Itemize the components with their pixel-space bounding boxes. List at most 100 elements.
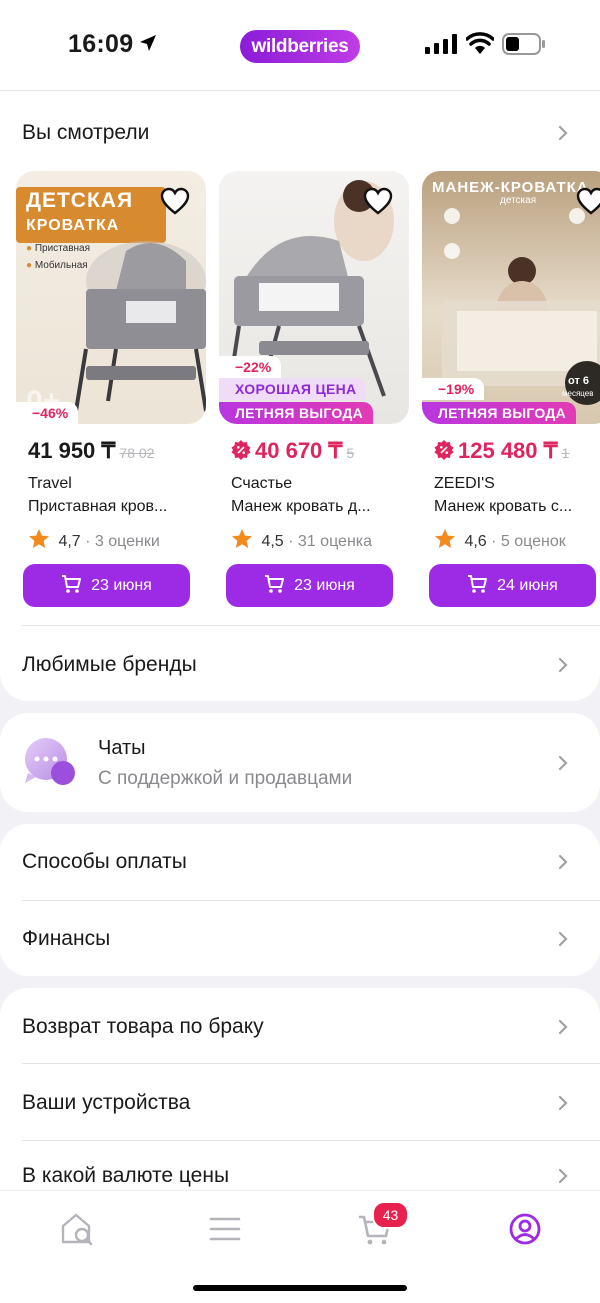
- image-text: от 6: [568, 375, 590, 387]
- chevron-right-icon: [558, 657, 568, 673]
- discount-percent-icon: [434, 440, 454, 460]
- devices-row[interactable]: Ваши устройства: [0, 1065, 600, 1141]
- home-indicator[interactable]: [193, 1285, 407, 1291]
- viewed-products-carousel[interactable]: 0+ ДЕТСКАЯ КРОВАТКА ● Приставная ● Мобил…: [0, 171, 600, 616]
- settings-card: Возврат товара по браку Ваши устройства …: [0, 988, 600, 1198]
- product-image[interactable]: 0+ ДЕТСКАЯ КРОВАТКА ● Приставная ● Мобил…: [16, 171, 206, 424]
- favorite-brands-label: Любимые бренды: [22, 653, 197, 676]
- add-to-cart-button[interactable]: 23 июня: [226, 564, 393, 607]
- price-row: 125 480 ₸ 1: [434, 438, 600, 468]
- product-name: Манеж кровать с...: [434, 498, 573, 515]
- rating: 4,5 · 31 оценка: [231, 528, 372, 551]
- heart-icon[interactable]: [160, 187, 190, 215]
- old-price: 78 02: [119, 445, 155, 461]
- delivery-date: 23 июня: [294, 577, 355, 594]
- price: 41 950 ₸: [28, 438, 116, 463]
- chevron-right-icon: [558, 755, 568, 771]
- heart-icon[interactable]: [363, 187, 393, 215]
- rating-count: · 5 оценок: [491, 533, 566, 550]
- cart-icon: [62, 575, 82, 593]
- old-price: 5: [346, 445, 355, 461]
- old-price: 1: [561, 445, 570, 461]
- wifi-icon: [466, 32, 494, 54]
- image-text: ● Мобильная: [26, 260, 88, 271]
- menu-icon[interactable]: [205, 1209, 245, 1249]
- add-to-cart-button[interactable]: 23 июня: [23, 564, 190, 607]
- price-row: 40 670 ₸ 5: [231, 438, 421, 468]
- product-image[interactable]: МАНЕЖ-КРОВАТКА детская от 6 месяцев −19%…: [422, 171, 600, 424]
- profile-icon[interactable]: [505, 1209, 545, 1249]
- summer-deal-badge: ЛЕТНЯЯ ВЫГОДА: [219, 402, 374, 424]
- product-brand: ZEEDI'S: [434, 475, 495, 492]
- rating-value: 4,5: [261, 533, 284, 550]
- clock: 16:09: [68, 30, 134, 58]
- price-row: 41 950 ₸ 78 02: [28, 438, 218, 468]
- rating: 4,7 · 3 оценки: [28, 528, 160, 551]
- rating: 4,6 · 5 оценок: [434, 528, 566, 551]
- discount-badge: −46%: [16, 402, 79, 424]
- price: 40 670 ₸: [255, 438, 343, 463]
- product-name: Приставная кров...: [28, 498, 168, 515]
- cart-icon: [265, 575, 285, 593]
- cart-icon: [468, 575, 488, 593]
- product-brand: Счастье: [231, 475, 293, 492]
- image-text: МАНЕЖ-КРОВАТКА: [432, 179, 589, 196]
- product-brand: Travel: [28, 475, 72, 492]
- location-arrow-icon: [140, 35, 156, 51]
- brand-logo[interactable]: wildberries: [240, 30, 360, 63]
- star-icon: [29, 529, 49, 548]
- chevron-right-icon[interactable]: [558, 125, 568, 141]
- finances-row[interactable]: Финансы: [0, 901, 600, 977]
- rating-value: 4,6: [464, 533, 487, 550]
- divider: [22, 625, 600, 626]
- chevron-right-icon: [558, 854, 568, 870]
- chats-subtitle: С поддержкой и продавцами: [98, 768, 353, 789]
- image-text: месяцев: [562, 389, 594, 398]
- product-name: Манеж кровать д...: [231, 498, 371, 515]
- summer-deal-badge: ЛЕТНЯЯ ВЫГОДА: [422, 402, 577, 424]
- chevron-right-icon: [558, 1019, 568, 1035]
- product-card[interactable]: 0+ ДЕТСКАЯ КРОВАТКА ● Приставная ● Мобил…: [16, 171, 206, 616]
- delivery-date: 23 июня: [91, 577, 152, 594]
- chats-row[interactable]: Чаты С поддержкой и продавцами: [0, 713, 600, 812]
- rating-count: · 31 оценка: [288, 533, 373, 550]
- cart-count-badge: 43: [372, 1201, 409, 1229]
- image-text: ДЕТСКАЯ: [26, 189, 134, 212]
- battery-icon: [502, 33, 545, 55]
- discount-badge: −22%: [219, 356, 282, 378]
- image-text-line: Приставная: [34, 243, 91, 254]
- viewed-card: Вы смотрели 0+ ДЕТСКАЯ КРОВАТКА ● Приста…: [0, 90, 600, 701]
- discount-percent-icon: [231, 440, 251, 460]
- payment-methods-label: Способы оплаты: [22, 850, 187, 873]
- defect-return-label: Возврат товара по браку: [22, 1015, 264, 1038]
- discount-badge: −19%: [422, 378, 485, 400]
- product-card[interactable]: МАНЕЖ-КРОВАТКА детская от 6 месяцев −19%…: [422, 171, 600, 616]
- price: 125 480 ₸: [458, 438, 558, 463]
- star-icon: [232, 529, 252, 548]
- good-price-badge: ХОРОШАЯ ЦЕНА: [219, 378, 367, 400]
- viewed-title: Вы смотрели: [22, 121, 150, 144]
- finances-label: Финансы: [22, 927, 111, 950]
- home-search-icon[interactable]: [58, 1209, 98, 1249]
- add-to-cart-button[interactable]: 24 июня: [429, 564, 596, 607]
- rating-value: 4,7: [58, 533, 81, 550]
- image-text: ● Приставная: [26, 243, 91, 254]
- star-icon: [435, 529, 455, 548]
- status-bar: 16:09 wildberries: [0, 0, 600, 90]
- product-image[interactable]: −22% ХОРОШАЯ ЦЕНА ЛЕТНЯЯ ВЫГОДА: [219, 171, 409, 424]
- defect-return-row[interactable]: Возврат товара по браку: [0, 989, 600, 1065]
- chevron-right-icon: [558, 1168, 568, 1184]
- product-card[interactable]: −22% ХОРОШАЯ ЦЕНА ЛЕТНЯЯ ВЫГОДА 40 670 ₸…: [219, 171, 409, 616]
- heart-icon[interactable]: [576, 187, 600, 215]
- devices-label: Ваши устройства: [22, 1091, 191, 1114]
- chats-title: Чаты: [98, 737, 146, 759]
- payment-methods-row[interactable]: Способы оплаты: [0, 824, 600, 900]
- favorite-brands-row[interactable]: Любимые бренды: [0, 627, 600, 703]
- image-text: КРОВАТКА: [26, 217, 120, 234]
- payments-card: Способы оплаты Финансы: [0, 824, 600, 976]
- chat-bubbles-icon: [25, 738, 75, 785]
- delivery-date: 24 июня: [497, 577, 558, 594]
- cellular-signal-icon: [425, 34, 457, 54]
- rating-count: · 3 оценки: [85, 533, 160, 550]
- image-text: детская: [500, 195, 537, 206]
